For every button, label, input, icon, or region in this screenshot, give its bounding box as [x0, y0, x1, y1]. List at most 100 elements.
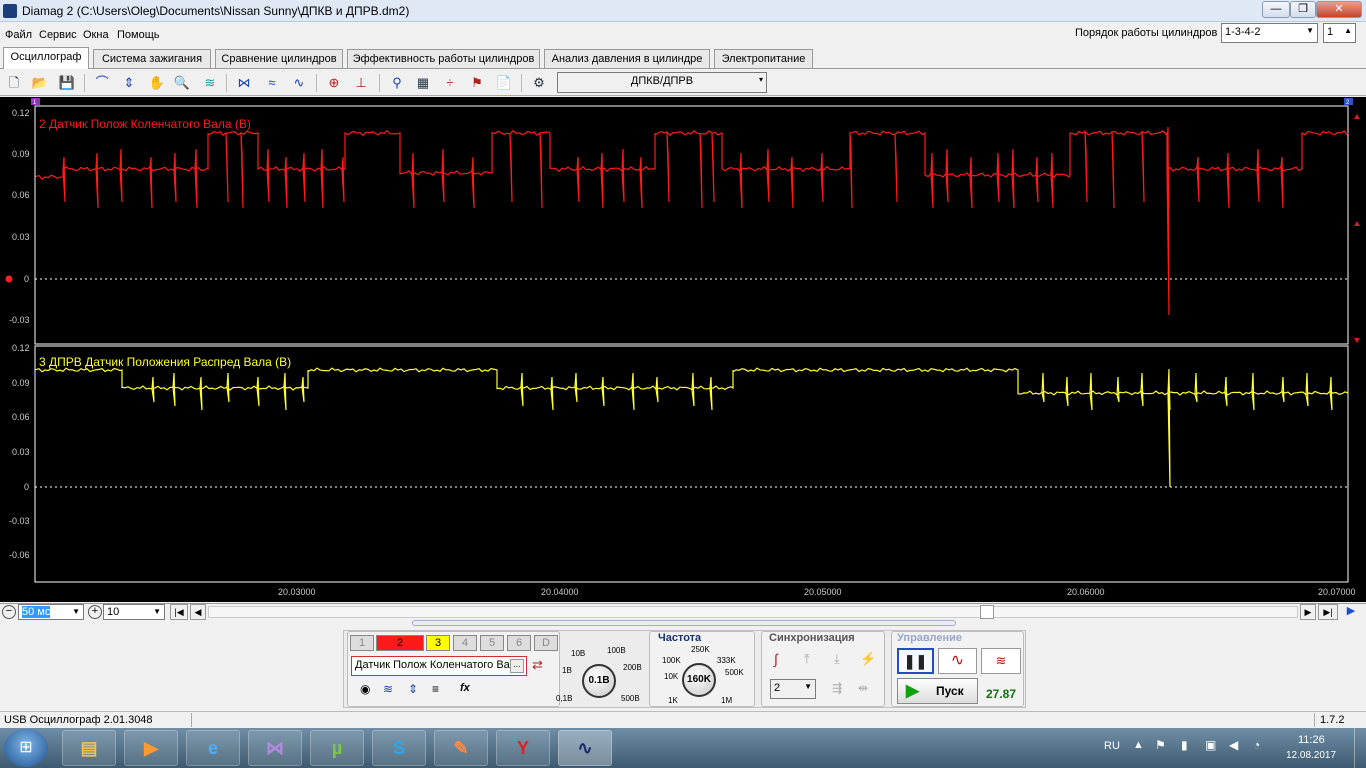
- channel-name-more-button[interactable]: …: [510, 659, 524, 673]
- channel-button-4[interactable]: 4: [453, 635, 477, 651]
- sine-mode-button[interactable]: ∿: [938, 648, 977, 674]
- minimize-button[interactable]: —: [1262, 1, 1290, 18]
- maximize-button[interactable]: ❐: [1290, 1, 1316, 18]
- auto-scale-icon[interactable]: ⊕: [325, 74, 343, 92]
- timebase-select[interactable]: 50 мс ▼: [18, 604, 84, 620]
- clock-time[interactable]: 11:26: [1298, 734, 1325, 746]
- first-page-icon[interactable]: |◀: [170, 604, 188, 620]
- offset-arrows-icon[interactable]: ⇕: [408, 682, 418, 696]
- sync-tray-icon[interactable]: ◔: [1253, 738, 1260, 752]
- sync-edge-up-icon[interactable]: ⤒: [804, 651, 810, 667]
- new-file-icon[interactable]: 🗋: [5, 74, 23, 92]
- tray-expand-icon[interactable]: ▲: [1133, 739, 1144, 751]
- channel-button-digital[interactable]: D: [534, 635, 558, 651]
- ie-icon[interactable]: e: [186, 730, 240, 766]
- channel-a-top-arrow[interactable]: [1354, 114, 1360, 119]
- cylinder-count-spinner[interactable]: 1 ▲: [1323, 23, 1356, 43]
- explorer-icon[interactable]: ▤: [62, 730, 116, 766]
- channel-button-1[interactable]: 1: [350, 635, 374, 651]
- tab-pressure-analysis[interactable]: Анализ давления в цилиндре: [544, 49, 710, 68]
- frequency-knob[interactable]: 160K: [682, 663, 716, 697]
- invert-wave-icon[interactable]: ≋: [383, 682, 393, 696]
- menu-help[interactable]: Помощь: [117, 29, 160, 41]
- tab-oscilloscope[interactable]: Осциллограф: [3, 47, 89, 69]
- skype-icon[interactable]: S: [372, 730, 426, 766]
- usb-device-icon[interactable]: ▮: [1181, 738, 1188, 752]
- channel-a-zero-marker[interactable]: [5, 275, 13, 283]
- cursor-arc-icon[interactable]: ⌒: [93, 74, 111, 92]
- function-fx-icon[interactable]: fx: [460, 682, 470, 694]
- language-indicator[interactable]: RU: [1104, 740, 1120, 752]
- tab-ignition[interactable]: Система зажигания: [93, 49, 211, 68]
- tab-power-supply[interactable]: Электропитание: [714, 49, 813, 68]
- visibility-eye-icon[interactable]: ◉: [360, 682, 370, 696]
- stack-waves-icon[interactable]: ≈: [263, 74, 281, 92]
- menu-file[interactable]: Файл: [5, 29, 32, 41]
- start-button[interactable]: ▶ Пуск: [897, 678, 978, 704]
- measure-icon[interactable]: ⇕: [120, 74, 138, 92]
- channel-button-5[interactable]: 5: [480, 635, 504, 651]
- waveform-icon[interactable]: ≋: [201, 74, 219, 92]
- grid-icon[interactable]: ▦: [414, 74, 432, 92]
- sync-off-icon[interactable]: ⚡: [860, 651, 876, 667]
- sync-channel-select[interactable]: 2 ▼: [770, 679, 816, 699]
- channel-color-icon[interactable]: ⇄: [532, 657, 554, 675]
- menu-service[interactable]: Сервис: [39, 29, 77, 41]
- overlay-waves-icon[interactable]: ∿: [290, 74, 308, 92]
- voltage-knob[interactable]: 0.1В: [582, 664, 616, 698]
- zoom-icon[interactable]: 🔍: [173, 74, 191, 92]
- sync-rising-icon[interactable]: ∫: [774, 651, 778, 667]
- flag-marker-icon[interactable]: ⚑: [468, 74, 486, 92]
- auto-settings-icon[interactable]: ⚙: [530, 74, 548, 92]
- filter-icon[interactable]: ⚲: [388, 74, 406, 92]
- scale-select[interactable]: 10 ▼: [103, 604, 165, 620]
- clock-date[interactable]: 12.08.2017: [1286, 750, 1336, 761]
- diamag-icon[interactable]: ∿: [558, 730, 612, 766]
- visual-studio-icon[interactable]: ⋈: [248, 730, 302, 766]
- channel-a-bottom-arrow[interactable]: [1354, 338, 1360, 343]
- panel-splitter[interactable]: [412, 620, 956, 626]
- tab-cylinder-compare[interactable]: Сравнение цилиндров: [215, 49, 343, 68]
- channel-button-6[interactable]: 6: [507, 635, 531, 651]
- show-desktop-button[interactable]: [1354, 728, 1366, 768]
- channel-name-field[interactable]: Датчик Полож Коленчатого Ва: [351, 656, 527, 676]
- noise-mode-button[interactable]: ≋: [981, 648, 1021, 674]
- line-style-icon[interactable]: ≡: [432, 682, 439, 696]
- fit-icon[interactable]: ⋈: [235, 74, 253, 92]
- volume-icon[interactable]: ◀: [1229, 738, 1238, 752]
- last-page-icon[interactable]: ▶|: [1318, 604, 1338, 620]
- save-icon[interactable]: 💾: [58, 74, 76, 92]
- yandex-icon[interactable]: Y: [496, 730, 550, 766]
- scroll-thumb[interactable]: [980, 605, 994, 619]
- channel-button-2[interactable]: 2: [376, 635, 424, 651]
- scroll-right-icon[interactable]: ▶: [1300, 604, 1316, 620]
- scroll-left-icon[interactable]: ◀: [190, 604, 206, 620]
- zero-level-icon[interactable]: ⊥: [352, 74, 370, 92]
- hand-pan-icon[interactable]: ✋: [148, 74, 166, 92]
- cylinder-order-select[interactable]: 1-3-4-2 ▼: [1221, 23, 1318, 43]
- oscilloscope-display[interactable]: 0.12 0.09 0.06 0.03 0 -0.03 0.12 0.09 0.…: [0, 97, 1366, 602]
- channel-a-level-marker[interactable]: [1354, 221, 1360, 226]
- network-icon[interactable]: ▣: [1205, 738, 1216, 752]
- scroll-track[interactable]: [208, 606, 1298, 618]
- menu-windows[interactable]: Окна: [83, 29, 109, 41]
- utorrent-icon[interactable]: µ: [310, 730, 364, 766]
- sync-center-icon[interactable]: ⇹: [858, 681, 868, 695]
- sync-edge-down-icon[interactable]: ⤓: [834, 651, 840, 667]
- open-folder-icon[interactable]: 📂: [31, 74, 49, 92]
- close-button[interactable]: ✕: [1316, 1, 1362, 18]
- pause-button[interactable]: ❚❚: [897, 648, 934, 674]
- tab-cylinder-efficiency[interactable]: Эффективность работы цилиндров: [347, 49, 540, 68]
- preset-select[interactable]: ДПКВ/ДПРВ ▾: [557, 72, 767, 93]
- zoom-out-icon[interactable]: −: [2, 605, 16, 619]
- media-player-icon[interactable]: ▶: [124, 730, 178, 766]
- sync-level-icon[interactable]: ⇶: [832, 681, 842, 695]
- action-center-icon[interactable]: ⚑: [1155, 738, 1166, 752]
- editor-icon[interactable]: ✎: [434, 730, 488, 766]
- start-orb-icon[interactable]: ⊞: [4, 729, 48, 767]
- zoom-in-icon[interactable]: +: [88, 605, 102, 619]
- play-realtime-icon[interactable]: ▶: [1340, 604, 1362, 620]
- notes-icon[interactable]: 📄: [495, 74, 513, 92]
- divider-icon[interactable]: ÷: [441, 74, 459, 92]
- channel-button-3[interactable]: 3: [426, 635, 450, 651]
